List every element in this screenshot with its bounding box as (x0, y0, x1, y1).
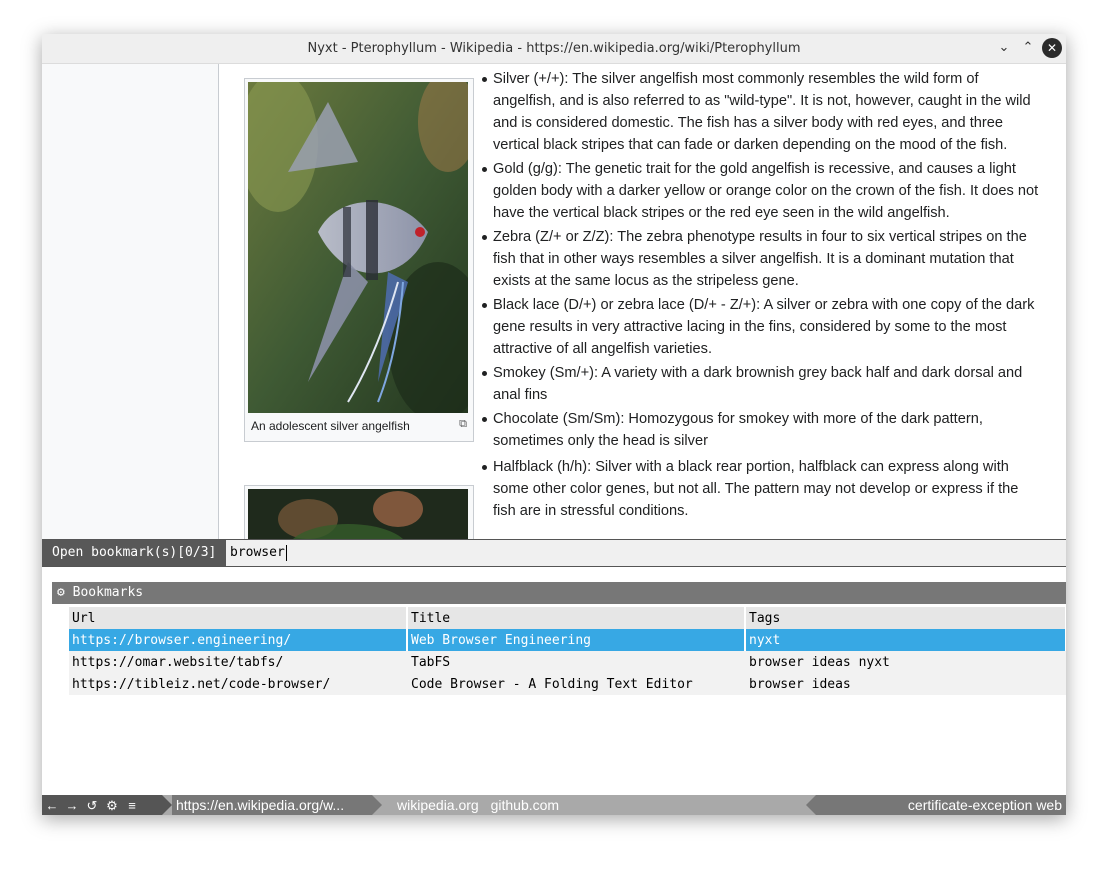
cell-url: https://omar.website/tabfs/ (69, 651, 408, 673)
page-content[interactable]: An adolescent silver angelfish ⧉ Silver … (42, 64, 1066, 539)
table-row[interactable]: https://omar.website/tabfs/ TabFS browse… (69, 651, 1066, 673)
aquarium-image[interactable] (248, 489, 468, 539)
cell-tags: browser ideas nyxt (745, 651, 1066, 673)
list-item: Zebra (Z/+ or Z/Z): The zebra phenotype … (480, 226, 1044, 292)
prompt-bar: Open bookmark(s)[0/3] (42, 539, 1066, 567)
cell-url: https://tibleiz.net/code-browser/ (69, 673, 408, 695)
gear-icon: ⚙ (57, 585, 65, 600)
tab-wikipedia[interactable]: wikipedia.org (397, 797, 479, 813)
column-header-url[interactable]: Url (69, 607, 408, 629)
close-icon[interactable]: ✕ (1042, 38, 1062, 58)
settings-icon[interactable]: ⚙ (102, 796, 122, 815)
cell-title: Web Browser Engineering (407, 629, 746, 651)
tab-github[interactable]: github.com (491, 797, 559, 813)
list-item: Chocolate (Sm/Sm): Homozygous for smokey… (480, 408, 1044, 452)
tab-list: wikipedia.org github.com (397, 795, 567, 815)
cell-tags: nyxt (745, 629, 1066, 651)
nyxt-window: Nyxt - Pterophyllum - Wikipedia - https:… (42, 34, 1066, 815)
varieties-list: Silver (+/+): The silver angelfish most … (480, 68, 1044, 524)
nav-separator (162, 795, 172, 815)
cell-title: TabFS (407, 651, 746, 673)
title-bar: Nyxt - Pterophyllum - Wikipedia - https:… (42, 34, 1066, 64)
source-header[interactable]: ⚙ Bookmarks (52, 582, 1066, 604)
back-icon[interactable]: ← (42, 796, 62, 815)
status-url[interactable]: https://en.wikipedia.org/w... (172, 795, 372, 815)
list-item: Gold (g/g): The genetic trait for the go… (480, 158, 1044, 224)
nav-buttons: ← → ↺ ⚙ ≡ (42, 795, 162, 815)
wiki-sidebar (42, 64, 219, 539)
reload-icon[interactable]: ↺ (82, 796, 102, 815)
enlarge-icon[interactable]: ⧉ (459, 417, 467, 431)
prompt-input[interactable] (228, 540, 1052, 566)
table-row[interactable]: https://browser.engineering/ Web Browser… (69, 629, 1066, 651)
figure-caption: An adolescent silver angelfish (251, 419, 410, 433)
cell-tags: browser ideas (745, 673, 1066, 695)
column-header-title[interactable]: Title (407, 607, 746, 629)
status-bar: ← → ↺ ⚙ ≡ https://en.wikipedia.org/w... wiki… (42, 795, 1066, 815)
window-title: Nyxt - Pterophyllum - Wikipedia - https:… (307, 41, 801, 56)
list-item: Silver (+/+): The silver angelfish most … (480, 68, 1044, 156)
suggestion-panel: ⚙ Bookmarks Url Title Tags https://brows… (42, 567, 1066, 795)
list-item: Black lace (D/+) or zebra lace (D/+ - Z/… (480, 294, 1044, 360)
menu-icon[interactable]: ≡ (122, 796, 142, 815)
chevron-up-icon[interactable]: ⌃ (1018, 38, 1038, 58)
url-separator (372, 795, 382, 815)
figure-silver-angelfish: An adolescent silver angelfish ⧉ (244, 78, 474, 442)
prompt-label: Open bookmark(s)[0/3] (42, 540, 226, 566)
table-row[interactable]: https://tibleiz.net/code-browser/ Code B… (69, 673, 1066, 695)
column-header-tags[interactable]: Tags (745, 607, 1066, 629)
forward-icon[interactable]: → (62, 796, 82, 815)
chevron-down-icon[interactable]: ⌄ (994, 38, 1014, 58)
cell-url: https://browser.engineering/ (69, 629, 408, 651)
source-name: Bookmarks (72, 585, 144, 600)
text-caret (286, 545, 287, 561)
modes-separator (806, 795, 816, 815)
suggestion-table: Url Title Tags https://browser.engineeri… (69, 607, 1066, 695)
table-header-row: Url Title Tags (69, 607, 1066, 629)
list-item: Smokey (Sm/+): A variety with a dark bro… (480, 362, 1044, 406)
modes-indicator[interactable]: certificate-exception web (816, 795, 1066, 815)
list-item: Halfblack (h/h): Silver with a black rea… (480, 456, 1044, 522)
cell-title: Code Browser - A Folding Text Editor (407, 673, 746, 695)
figure-halfblack (244, 485, 474, 539)
angelfish-image[interactable] (248, 82, 468, 413)
